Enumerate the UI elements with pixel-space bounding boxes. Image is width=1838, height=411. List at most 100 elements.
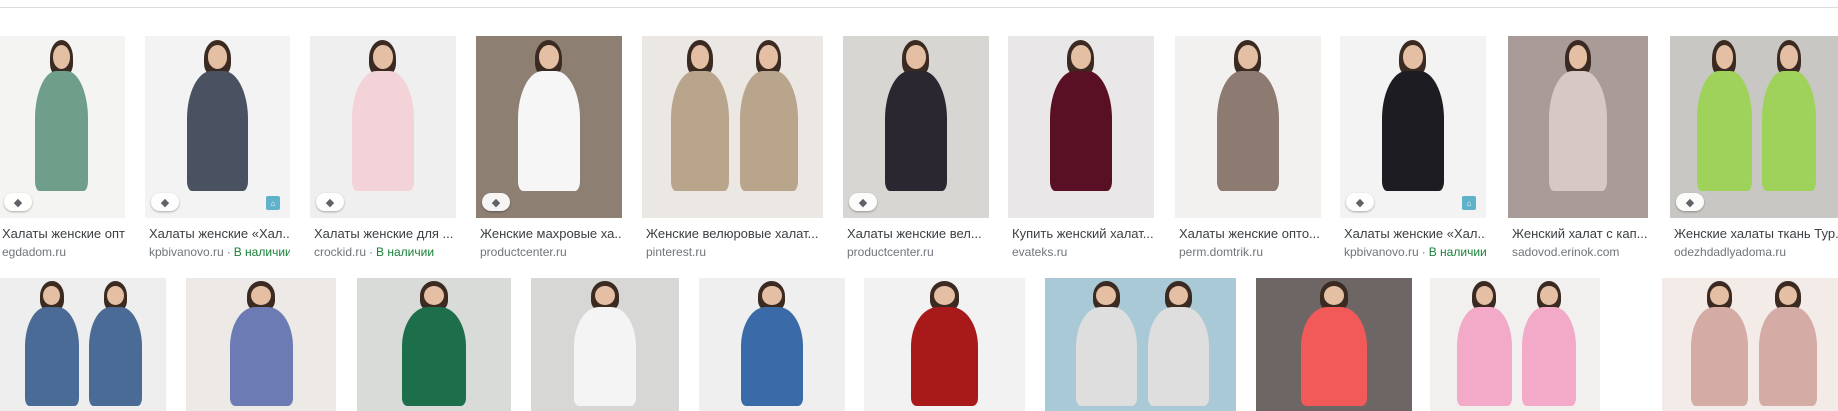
result-thumbnail[interactable]: ◆ [843, 36, 989, 218]
image-result-card[interactable] [1045, 278, 1236, 411]
result-thumbnail[interactable] [1175, 36, 1321, 218]
result-thumbnail[interactable]: ◆ [310, 36, 456, 218]
result-source: pinterest.ru [646, 245, 707, 259]
image-results-row-1: ◆Халаты женские опто...egdadom.ru◆⌂Халат… [0, 36, 1838, 266]
result-thumbnail[interactable] [0, 278, 166, 411]
model-figure [1548, 36, 1608, 218]
result-thumbnail[interactable] [357, 278, 511, 411]
result-title[interactable]: Халаты женские «Хал... [1344, 226, 1486, 241]
result-source: crockid.ru [314, 245, 367, 259]
model-figure [1690, 278, 1749, 411]
result-source: kpbivanovo.ru [1344, 245, 1419, 259]
image-result-card[interactable]: ◆ Женские махровые ха... productcenter.ru [476, 36, 622, 266]
image-result-card[interactable]: Женский халат с кап... sadovod.erinok.com [1508, 36, 1648, 266]
image-result-card[interactable] [357, 278, 511, 411]
result-thumbnail[interactable]: ◆ ⌂ [1340, 36, 1486, 218]
model-figure [1050, 36, 1112, 218]
model-figure [670, 36, 729, 218]
image-result-card[interactable] [186, 278, 336, 411]
image-result-card[interactable]: ◆ Халаты женские опто... egdadom.ru [0, 36, 125, 266]
result-meta: productcenter.ru [847, 245, 989, 259]
result-source: egdadom.ru [2, 245, 67, 259]
model-figure [1697, 36, 1752, 218]
result-thumbnail[interactable] [1430, 278, 1600, 411]
tag-icon: ◆ [1676, 193, 1704, 211]
image-result-card[interactable] [531, 278, 679, 411]
result-meta: odezhdadlyadoma.ru [1674, 245, 1838, 259]
tag-icon: ◆ [151, 193, 179, 211]
image-result-card[interactable] [699, 278, 845, 411]
result-title[interactable]: Халаты женские для ... [314, 226, 456, 241]
result-thumbnail[interactable]: ◆ ⌂ [145, 36, 290, 218]
image-result-card[interactable]: Женские велюровые халат... pinterest.ru [642, 36, 823, 266]
model-figure [573, 278, 637, 411]
image-result-card[interactable]: ◆ ⌂ Халаты женские «Хал... kpbivanovo.ru · В … [1340, 36, 1486, 266]
result-meta: kpbivanovo.ru · В наличии [149, 245, 290, 259]
result-title[interactable]: Халаты женские вел... [847, 226, 989, 241]
model-figure [229, 278, 293, 411]
result-source: kpbivanovo.ru [149, 245, 224, 259]
image-result-card[interactable]: ◆ Халаты женские вел... productcenter.ru [843, 36, 989, 266]
model-figure [885, 36, 947, 218]
meta-separator: · [1421, 245, 1426, 259]
image-result-card[interactable]: Халаты женские опто... perm.domtrik.ru [1175, 36, 1321, 266]
stock-status: В наличии [233, 245, 290, 259]
result-title[interactable]: Халаты женские опто... [2, 226, 125, 241]
model-figure [739, 36, 798, 218]
result-thumbnail[interactable] [642, 36, 823, 218]
result-thumbnail[interactable] [1508, 36, 1648, 218]
result-title[interactable]: Женские велюровые халат... [646, 226, 823, 241]
model-figure [1301, 278, 1367, 411]
result-thumbnail[interactable] [864, 278, 1025, 411]
result-thumbnail[interactable]: ◆ [1670, 36, 1838, 218]
image-result-card[interactable] [1256, 278, 1412, 411]
result-thumbnail[interactable]: ◆ [476, 36, 622, 218]
result-title[interactable]: Халаты женские «Хал... [149, 226, 290, 241]
result-title[interactable]: Женские халаты ткань Тур... [1674, 226, 1838, 241]
image-results-row-2 [0, 278, 1838, 411]
model-figure [352, 36, 414, 218]
image-result-card[interactable] [1662, 278, 1838, 411]
result-source: evateks.ru [1012, 245, 1068, 259]
model-figure [1075, 278, 1137, 411]
result-thumbnail[interactable]: ◆ [0, 36, 125, 218]
model-figure [88, 278, 143, 411]
image-result-card[interactable] [864, 278, 1025, 411]
tag-icon: ◆ [4, 193, 32, 211]
result-meta: sadovod.erinok.com [1512, 245, 1648, 259]
result-title[interactable]: Халаты женские опто... [1179, 226, 1321, 241]
result-source: odezhdadlyadoma.ru [1674, 245, 1787, 259]
result-thumbnail[interactable] [1256, 278, 1412, 411]
result-thumbnail[interactable] [1045, 278, 1236, 411]
result-title[interactable]: Женские махровые ха... [480, 226, 622, 241]
meta-separator: · [369, 245, 374, 259]
model-figure [1148, 278, 1210, 411]
result-title[interactable]: Купить женский халат... [1012, 226, 1154, 241]
result-meta: crockid.ru · В наличии [314, 245, 456, 259]
tag-icon: ◆ [849, 193, 877, 211]
result-thumbnail[interactable] [1008, 36, 1154, 218]
result-meta: perm.domtrik.ru [1179, 245, 1321, 259]
result-thumbnail[interactable] [699, 278, 845, 411]
result-thumbnail[interactable] [186, 278, 336, 411]
image-result-card[interactable]: Купить женский халат... evateks.ru [1008, 36, 1154, 266]
result-title[interactable]: Женский халат с кап... [1512, 226, 1648, 241]
model-figure [1382, 36, 1444, 218]
model-figure [1759, 278, 1817, 411]
model-figure [1457, 278, 1512, 411]
image-result-card[interactable]: ◆ ⌂ Халаты женские «Хал... kpbivanovo.ru · В … [145, 36, 290, 266]
result-thumbnail[interactable] [531, 278, 679, 411]
result-meta: productcenter.ru [480, 245, 622, 259]
image-result-card[interactable]: ◆ Женские халаты ткань Тур... odezhdadlyad… [1670, 36, 1838, 266]
image-result-card[interactable] [1430, 278, 1600, 411]
image-result-card[interactable]: ◆ Халаты женские для ... crockid.ru · В нали… [310, 36, 456, 266]
image-result-card[interactable] [0, 278, 166, 411]
tag-icon: ◆ [482, 193, 510, 211]
result-meta: evateks.ru [1012, 245, 1154, 259]
model-figure [1217, 36, 1279, 218]
result-source: sadovod.erinok.com [1512, 245, 1620, 259]
meta-separator: · [226, 245, 231, 259]
result-thumbnail[interactable] [1662, 278, 1838, 411]
result-source: productcenter.ru [847, 245, 934, 259]
model-figure [1521, 278, 1577, 411]
